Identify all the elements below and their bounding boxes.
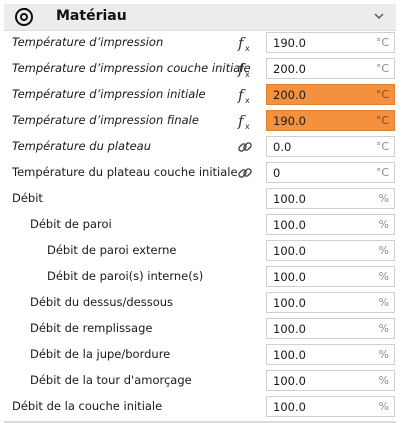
function-icon[interactable]: fx bbox=[236, 59, 254, 79]
setting-label: Température du plateau bbox=[12, 139, 151, 153]
setting-value: 100.0 bbox=[273, 374, 306, 388]
setting-value: 100.0 bbox=[273, 400, 306, 414]
setting-value: 0.0 bbox=[273, 140, 292, 154]
function-icon[interactable]: fx bbox=[236, 33, 254, 53]
setting-row: Température d’impression initiale f x 200.0… bbox=[0, 82, 401, 108]
setting-unit: % bbox=[378, 270, 389, 283]
setting-row: Débit de paroi 100.0% bbox=[0, 212, 401, 238]
setting-unit: % bbox=[378, 374, 389, 387]
setting-row: Débit du dessus/dessous 100.0% bbox=[0, 290, 401, 316]
setting-unit: % bbox=[378, 218, 389, 231]
setting-label: Débit de paroi(s) interne(s) bbox=[47, 269, 204, 283]
setting-value-field[interactable]: 100.0% bbox=[266, 188, 395, 209]
svg-text:x: x bbox=[245, 96, 250, 105]
setting-row: Débit de remplissage 100.0% bbox=[0, 316, 401, 342]
setting-label: Débit du dessus/dessous bbox=[30, 295, 174, 309]
setting-value-field[interactable]: 100.0% bbox=[266, 318, 395, 339]
setting-value: 100.0 bbox=[273, 218, 306, 232]
setting-row: Température d’impression f x 190.0 °C bbox=[0, 30, 401, 56]
setting-row: Température du plateau couche initiale 0 °… bbox=[0, 160, 401, 186]
setting-unit: % bbox=[378, 400, 389, 413]
function-icon[interactable]: fx bbox=[236, 111, 254, 131]
setting-label: Température d’impression initiale bbox=[12, 87, 206, 101]
setting-value: 190.0 bbox=[273, 36, 306, 50]
setting-value-field[interactable]: 100.0% bbox=[266, 266, 395, 287]
setting-unit: % bbox=[378, 348, 389, 361]
setting-unit: °C bbox=[375, 36, 389, 49]
setting-value: 100.0 bbox=[273, 270, 306, 284]
setting-value: 0 bbox=[273, 166, 281, 180]
setting-row: Débit de paroi externe 100.0% bbox=[0, 238, 401, 264]
section-title: Matériau bbox=[56, 8, 127, 24]
material-settings-panel: Matériau Température d’impression f x 190.0… bbox=[0, 0, 401, 423]
setting-row: Température d’impression finale f x 190.0 °C bbox=[0, 108, 401, 134]
chevron-down-icon[interactable] bbox=[372, 9, 386, 23]
setting-value: 200.0 bbox=[273, 88, 306, 102]
setting-unit: °C bbox=[375, 88, 389, 101]
svg-text:x: x bbox=[245, 122, 250, 131]
link-icon[interactable] bbox=[236, 137, 254, 157]
setting-value: 100.0 bbox=[273, 322, 306, 336]
setting-unit: °C bbox=[375, 166, 389, 179]
setting-row: Température du plateau 0.0 °C bbox=[0, 134, 401, 160]
svg-text:x: x bbox=[245, 70, 250, 79]
setting-label: Température d’impression finale bbox=[12, 113, 199, 127]
section-header[interactable]: Matériau bbox=[4, 4, 396, 31]
setting-value-field[interactable]: 0 °C bbox=[266, 162, 395, 183]
setting-row: Débit de la jupe/bordure 100.0% bbox=[0, 342, 401, 368]
setting-row: Débit de paroi(s) interne(s) 100.0% bbox=[0, 264, 401, 290]
spool-icon bbox=[15, 8, 33, 26]
setting-value-field[interactable]: 200.0 °C bbox=[266, 58, 395, 79]
setting-value: 200.0 bbox=[273, 62, 306, 76]
setting-value-field[interactable]: 100.0% bbox=[266, 214, 395, 235]
setting-unit: °C bbox=[375, 140, 389, 153]
setting-label: Température d’impression couche initiale bbox=[12, 61, 251, 75]
setting-value-field[interactable]: 100.0% bbox=[266, 240, 395, 261]
setting-label: Débit de la tour d'amorçage bbox=[30, 373, 192, 387]
setting-label: Débit de remplissage bbox=[30, 321, 153, 335]
setting-unit: % bbox=[378, 296, 389, 309]
setting-row: Débit de la couche initiale 100.0% bbox=[0, 394, 401, 420]
setting-value-field[interactable]: 100.0% bbox=[266, 370, 395, 391]
setting-value: 100.0 bbox=[273, 244, 306, 258]
setting-row: Température d’impression couche initiale… bbox=[0, 56, 401, 82]
setting-label: Température d’impression bbox=[12, 35, 164, 49]
setting-value: 100.0 bbox=[273, 192, 306, 206]
setting-unit: °C bbox=[375, 114, 389, 127]
setting-unit: °C bbox=[375, 62, 389, 75]
setting-value-field[interactable]: 200.0 °C bbox=[266, 84, 395, 105]
setting-unit: % bbox=[378, 244, 389, 257]
setting-unit: % bbox=[378, 322, 389, 335]
setting-label: Température du plateau couche initiale bbox=[12, 165, 238, 179]
setting-value-field[interactable]: 100.0% bbox=[266, 292, 395, 313]
link-icon[interactable] bbox=[236, 163, 254, 183]
setting-value-field[interactable]: 190.0 °C bbox=[266, 110, 395, 131]
setting-value: 100.0 bbox=[273, 348, 306, 362]
setting-value: 100.0 bbox=[273, 296, 306, 310]
setting-row: Débit de la tour d'amorçage 100.0% bbox=[0, 368, 401, 394]
setting-label: Débit de paroi bbox=[30, 217, 112, 231]
setting-label: Débit de la couche initiale bbox=[12, 399, 163, 413]
setting-value-field[interactable]: 0.0 °C bbox=[266, 136, 395, 157]
setting-value-field[interactable]: 100.0% bbox=[266, 344, 395, 365]
svg-text:x: x bbox=[245, 44, 250, 53]
function-icon[interactable]: fx bbox=[236, 85, 254, 105]
setting-unit: % bbox=[378, 192, 389, 205]
setting-row: Débit 100.0% bbox=[0, 186, 401, 212]
setting-label: Débit de la jupe/bordure bbox=[30, 347, 171, 361]
setting-value: 190.0 bbox=[273, 114, 306, 128]
setting-label: Débit de paroi externe bbox=[47, 243, 177, 257]
setting-value-field[interactable]: 100.0% bbox=[266, 396, 395, 417]
setting-value-field[interactable]: 190.0 °C bbox=[266, 32, 395, 53]
setting-label: Débit bbox=[12, 191, 43, 205]
